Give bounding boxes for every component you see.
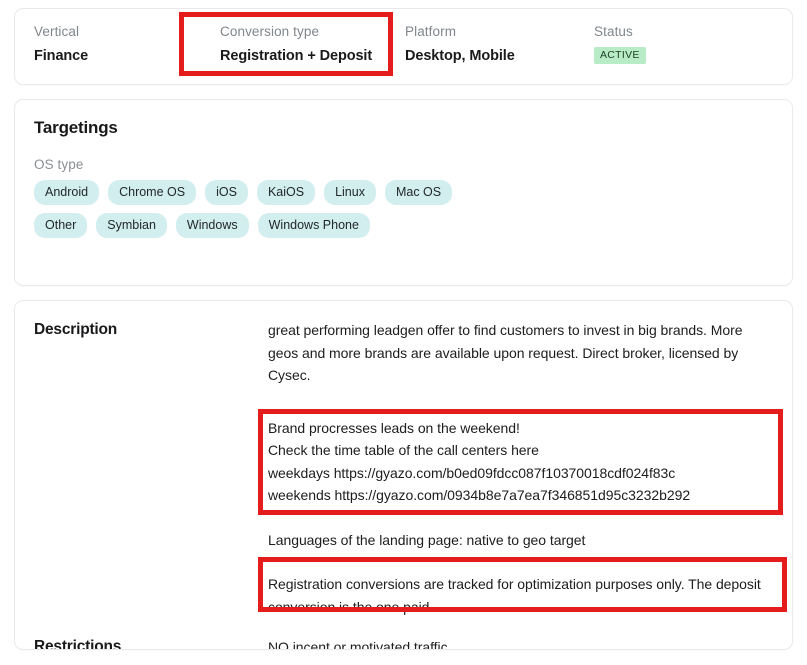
weekend-note-weekends-url: weekends https://gyazo.com/0934b8e7a7ea7… <box>268 487 691 503</box>
os-chip-ios: iOS <box>205 180 248 205</box>
platform-value: Desktop, Mobile <box>405 48 515 64</box>
spacer-after-intro <box>268 387 770 417</box>
conversion-type-value: Registration + Deposit <box>220 48 373 64</box>
vertical-label: Vertical <box>34 24 80 39</box>
description-content: great performing leadgen offer to find c… <box>268 319 792 618</box>
os-chip-other: Other <box>34 213 88 238</box>
os-chip-mac-os: Mac OS <box>384 180 453 205</box>
weekend-note-line-1: Brand procresses leads on the weekend! <box>268 419 520 436</box>
languages-text: Languages of the landing page: native to… <box>268 531 586 548</box>
platform-label: Platform <box>405 24 457 39</box>
summary-fields-row: Vertical Finance Conversion type Registr… <box>15 9 792 84</box>
restrictions-label: Restrictions <box>34 638 122 650</box>
os-chip-chrome-os: Chrome OS <box>108 180 197 205</box>
spacer-after-weekend-note <box>268 507 770 529</box>
status-badge: ACTIVE <box>594 47 646 64</box>
description-row: Description great performing leadgen off… <box>15 319 792 618</box>
os-chip-windows: Windows <box>175 213 249 238</box>
os-chip-android: Android <box>34 180 100 205</box>
os-chip-kaios: KaiOS <box>256 180 316 205</box>
description-card: Description great performing leadgen off… <box>14 300 793 650</box>
os-type-chip-list: Android Chrome OS iOS KaiOS Linux Mac OS… <box>34 180 504 238</box>
targetings-card: Targetings OS type Android Chrome OS iOS… <box>14 99 793 286</box>
summary-field-conversion-type: Conversion type Registration + Deposit <box>220 24 405 65</box>
offer-detail-page: Vertical Finance Conversion type Registr… <box>0 0 807 665</box>
os-chip-linux: Linux <box>324 180 376 205</box>
weekend-note-line-2: Check the time table of the call centers… <box>268 442 539 458</box>
restrictions-line-1: NO incent or motivated traffic. <box>268 639 452 650</box>
conversion-type-label: Conversion type <box>220 24 320 39</box>
os-chip-windows-phone: Windows Phone <box>257 213 370 238</box>
description-intro-text: great performing leadgen offer to find c… <box>268 322 743 383</box>
restrictions-content: NO incent or motivated traffic. NO misle… <box>268 636 792 650</box>
vertical-value: Finance <box>34 48 89 64</box>
spacer-after-languages <box>268 551 770 573</box>
restrictions-row: Restrictions NO incent or motivated traf… <box>15 636 792 650</box>
registration-note-text: Registration conversions are tracked for… <box>268 576 761 615</box>
targetings-title: Targetings <box>34 118 118 137</box>
summary-field-vertical: Vertical Finance <box>34 24 220 65</box>
status-label: Status <box>594 24 633 39</box>
weekend-note-weekdays-url: weekdays https://gyazo.com/b0ed09fdcc087… <box>268 464 676 481</box>
description-label: Description <box>34 321 118 338</box>
summary-field-platform: Platform Desktop, Mobile <box>405 24 594 65</box>
os-chip-symbian: Symbian <box>96 213 167 238</box>
offer-summary-card: Vertical Finance Conversion type Registr… <box>14 8 793 85</box>
summary-field-status: Status ACTIVE <box>594 24 754 64</box>
os-type-label: OS type <box>34 157 84 172</box>
